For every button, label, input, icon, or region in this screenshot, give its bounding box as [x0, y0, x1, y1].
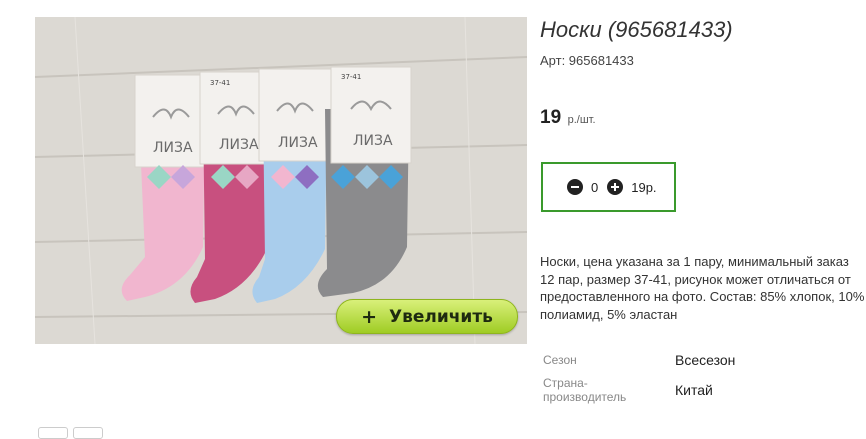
- label-brand-text: ЛИЗА: [278, 135, 318, 151]
- zoom-button[interactable]: + Увеличить: [336, 299, 518, 334]
- product-description: Носки, цена указана за 1 пару, минимальн…: [540, 254, 865, 322]
- spec-country-label-line2: производитель: [543, 390, 627, 404]
- quantity-value[interactable]: 0: [591, 180, 598, 195]
- plus-icon: +: [361, 305, 377, 328]
- plus-circle-icon[interactable]: [607, 179, 624, 195]
- price-unit: р./шт.: [567, 114, 596, 126]
- label-brand-text: ЛИЗА: [153, 140, 193, 156]
- thumbnail-strip: [38, 427, 103, 439]
- product-price: 19 р./шт.: [540, 107, 596, 129]
- thumbnail[interactable]: [38, 427, 68, 439]
- spec-season-label: Сезон: [543, 353, 577, 367]
- label-size-text: 37-41: [341, 73, 361, 81]
- zoom-button-label: Увеличить: [388, 306, 493, 327]
- spec-country-label: Страна- производитель: [543, 376, 626, 404]
- price-value: 19: [540, 107, 562, 128]
- thumbnail[interactable]: [73, 427, 103, 439]
- product-title: Носки (965681433): [540, 17, 733, 42]
- spec-season-value: Всесезон: [675, 352, 736, 368]
- spec-country-value: Китай: [675, 382, 713, 398]
- product-image[interactable]: ЛИЗА ЛИЗА ЛИЗА ЛИЗА 37-41 37-41 + Увелич…: [35, 17, 527, 344]
- label-brand-text: ЛИЗА: [219, 137, 259, 153]
- label-size-text: 37-41: [210, 79, 230, 87]
- minus-icon[interactable]: [567, 179, 583, 195]
- spec-country-label-line1: Страна-: [543, 376, 588, 390]
- quantity-stepper: 0 19р.: [541, 162, 676, 212]
- socks-photo: ЛИЗА ЛИЗА ЛИЗА ЛИЗА 37-41 37-41: [35, 17, 527, 344]
- label-brand-text: ЛИЗА: [353, 133, 393, 149]
- quantity-total: 19р.: [631, 179, 657, 195]
- product-sku: Арт: 965681433: [540, 53, 634, 68]
